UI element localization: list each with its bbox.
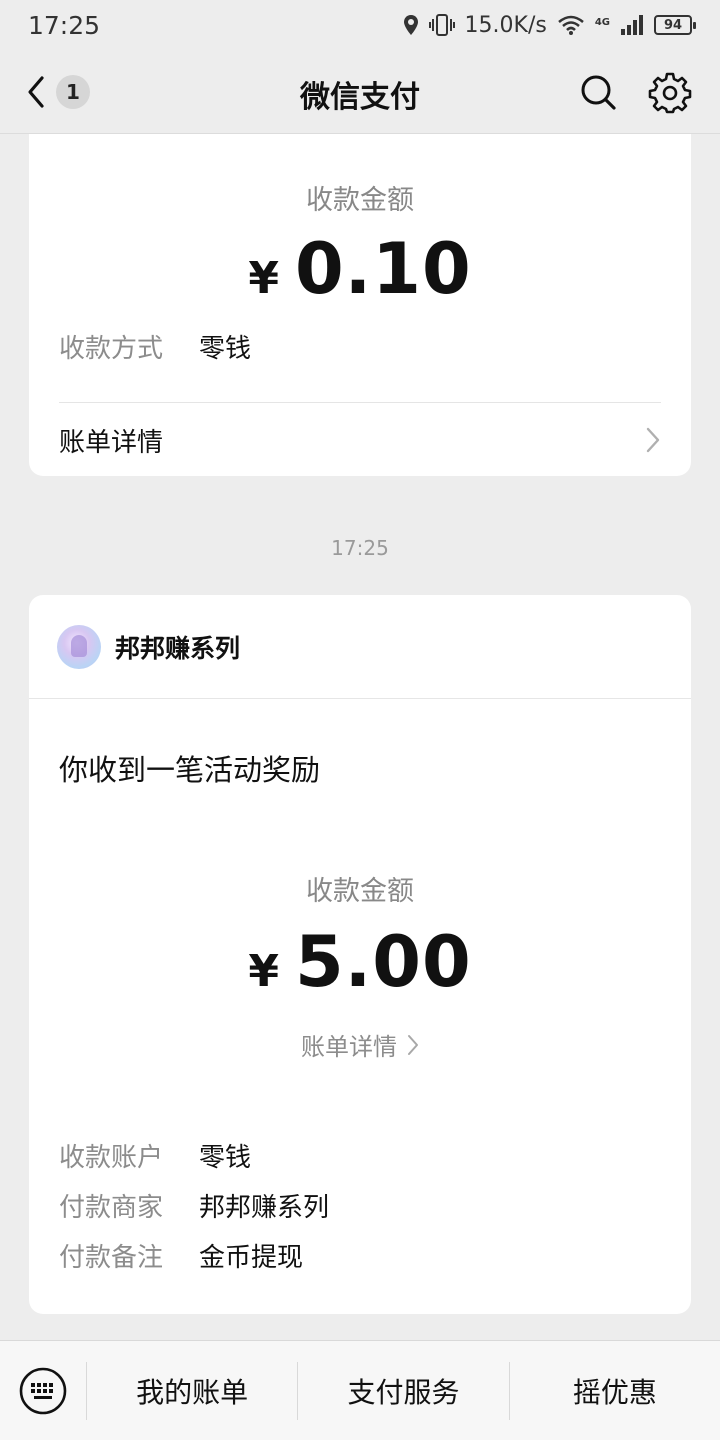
bill-detail-row[interactable]: 账单详情 — [29, 403, 691, 477]
network-speed: 15.0K/s — [464, 12, 547, 38]
amount-label: 收款金额 — [306, 185, 414, 216]
detail-label: 付款备注 — [59, 1243, 164, 1273]
detail-value: 零钱 — [199, 1143, 252, 1173]
amount-label: 收款金额 — [306, 876, 414, 907]
settings-button[interactable] — [648, 70, 692, 114]
amount-value: 5.00 — [294, 921, 472, 1003]
battery-icon: 94 — [654, 15, 696, 35]
network-type: 4G — [594, 16, 610, 28]
gear-icon — [648, 72, 692, 114]
menu-shake-offers[interactable]: 摇优惠 — [508, 1361, 720, 1420]
payment-method-row: 收款方式 零钱 — [59, 328, 251, 365]
divider — [29, 698, 691, 699]
currency-symbol: ¥ — [248, 253, 279, 304]
nav-bar: 1 微信支付 — [0, 50, 720, 134]
bill-detail-label: 账单详情 — [59, 427, 164, 458]
status-bar: 17:25 15.0K/s 4G 94 — [0, 0, 720, 50]
search-button[interactable] — [578, 70, 618, 114]
bill-detail-label: 账单详情 — [301, 1033, 397, 1061]
status-icons: 15.0K/s 4G 94 — [403, 12, 696, 38]
signal-icon — [621, 15, 643, 35]
detail-label: 付款商家 — [59, 1193, 164, 1223]
amount-display: ¥ 0.10 — [29, 228, 691, 310]
currency-symbol: ¥ — [248, 946, 279, 997]
bill-detail-link[interactable]: 账单详情 — [29, 1027, 691, 1062]
search-icon — [581, 75, 616, 110]
chevron-right-icon — [408, 1034, 418, 1055]
bottom-menu-bar: 我的账单 支付服务 摇优惠 — [0, 1340, 720, 1440]
keyboard-toggle-button[interactable] — [0, 1341, 86, 1440]
menu-payment-services[interactable]: 支付服务 — [297, 1361, 508, 1420]
merchant-header[interactable]: 邦邦赚系列 — [29, 595, 691, 698]
amount-value: 0.10 — [294, 228, 472, 310]
payment-method-label: 收款方式 — [59, 334, 164, 364]
detail-value: 邦邦赚系列 — [199, 1193, 330, 1223]
detail-row: 付款备注 金币提现 — [59, 1237, 303, 1274]
chevron-right-icon — [646, 427, 660, 453]
merchant-avatar — [57, 624, 101, 669]
detail-label: 收款账户 — [59, 1143, 164, 1173]
location-icon — [403, 15, 418, 35]
menu-my-bills[interactable]: 我的账单 — [86, 1361, 297, 1420]
payment-card-2[interactable]: 邦邦赚系列 你收到一笔活动奖励 收款金额 ¥ 5.00 账单详情 收款账户 零钱… — [29, 595, 691, 1314]
vibrate-icon — [428, 14, 455, 36]
payment-card-1: 收款金额 ¥ 0.10 收款方式 零钱 账单详情 — [29, 134, 691, 476]
status-time: 17:25 — [28, 10, 101, 40]
detail-row: 付款商家 邦邦赚系列 — [59, 1187, 329, 1224]
keyboard-icon — [19, 1367, 67, 1414]
amount-display: ¥ 5.00 — [29, 921, 691, 1003]
payment-method-value: 零钱 — [199, 334, 252, 364]
merchant-name: 邦邦赚系列 — [115, 633, 241, 663]
detail-value: 金币提现 — [199, 1243, 304, 1273]
detail-row: 收款账户 零钱 — [59, 1137, 251, 1174]
event-title: 你收到一笔活动奖励 — [59, 753, 321, 787]
wifi-icon — [558, 15, 584, 35]
message-timestamp: 17:25 — [331, 536, 389, 560]
